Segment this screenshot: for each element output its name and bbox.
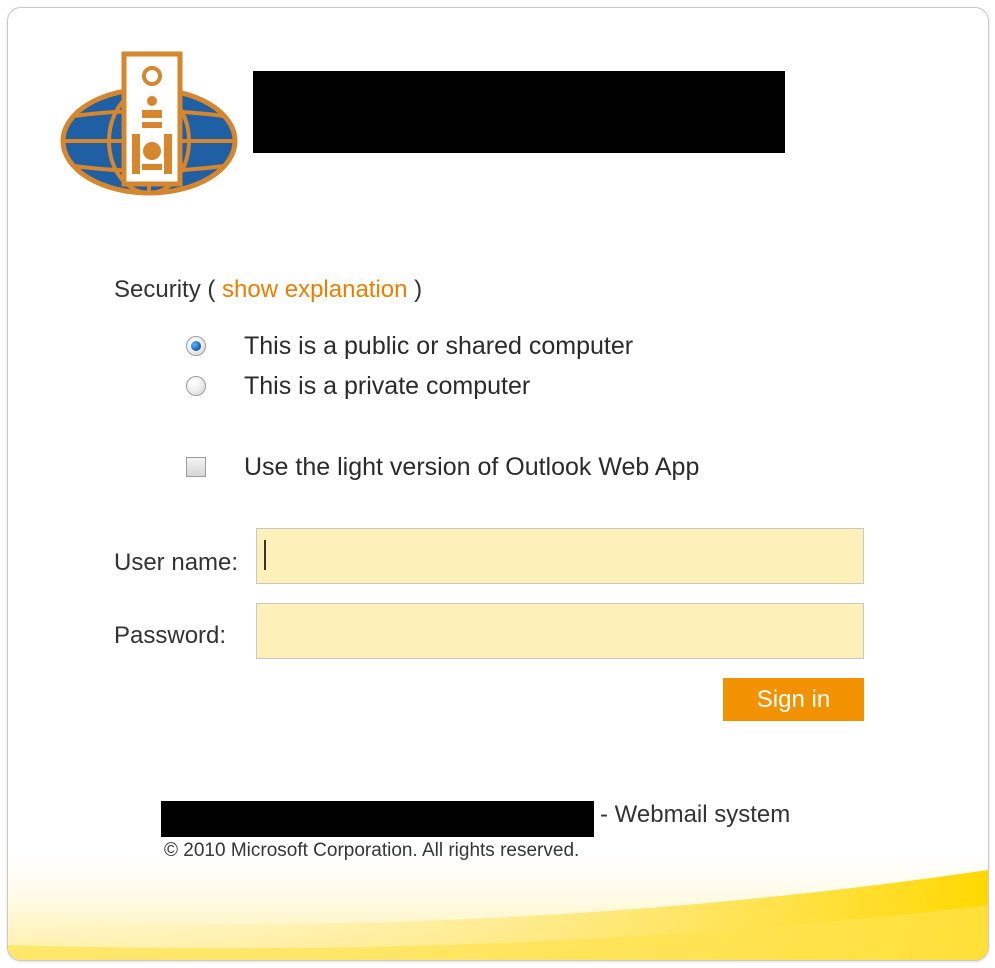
password-label: Password: bbox=[114, 622, 227, 649]
public-computer-radio[interactable] bbox=[186, 336, 206, 356]
private-computer-label[interactable]: This is a private computer bbox=[244, 372, 530, 401]
light-version-label[interactable]: Use the light version of Outlook Web App bbox=[244, 453, 699, 482]
webmail-system-label: - Webmail system bbox=[600, 801, 791, 828]
text-caret bbox=[264, 540, 266, 570]
public-computer-label[interactable]: This is a public or shared computer bbox=[244, 332, 633, 361]
login-card: Security ( show explanation ) This is a … bbox=[7, 7, 989, 961]
security-label: Security ( bbox=[114, 276, 216, 303]
username-label: User name: bbox=[114, 549, 239, 576]
password-input[interactable] bbox=[256, 603, 864, 659]
security-suffix: ) bbox=[414, 276, 423, 303]
decorative-swoosh bbox=[8, 850, 988, 960]
show-explanation-link[interactable]: show explanation bbox=[222, 276, 407, 303]
redacted-organization-name bbox=[161, 801, 594, 837]
sign-in-button[interactable]: Sign in bbox=[723, 678, 864, 721]
username-input[interactable] bbox=[256, 528, 864, 584]
redacted-title-block bbox=[253, 71, 785, 153]
public-computer-option[interactable]: This is a public or shared computer bbox=[186, 329, 633, 363]
light-version-checkbox[interactable] bbox=[186, 457, 206, 477]
organization-logo bbox=[60, 51, 238, 196]
light-version-option[interactable]: Use the light version of Outlook Web App bbox=[186, 450, 699, 484]
private-computer-radio[interactable] bbox=[186, 376, 206, 396]
security-heading: Security ( show explanation ) bbox=[114, 276, 422, 304]
private-computer-option[interactable]: This is a private computer bbox=[186, 369, 530, 403]
